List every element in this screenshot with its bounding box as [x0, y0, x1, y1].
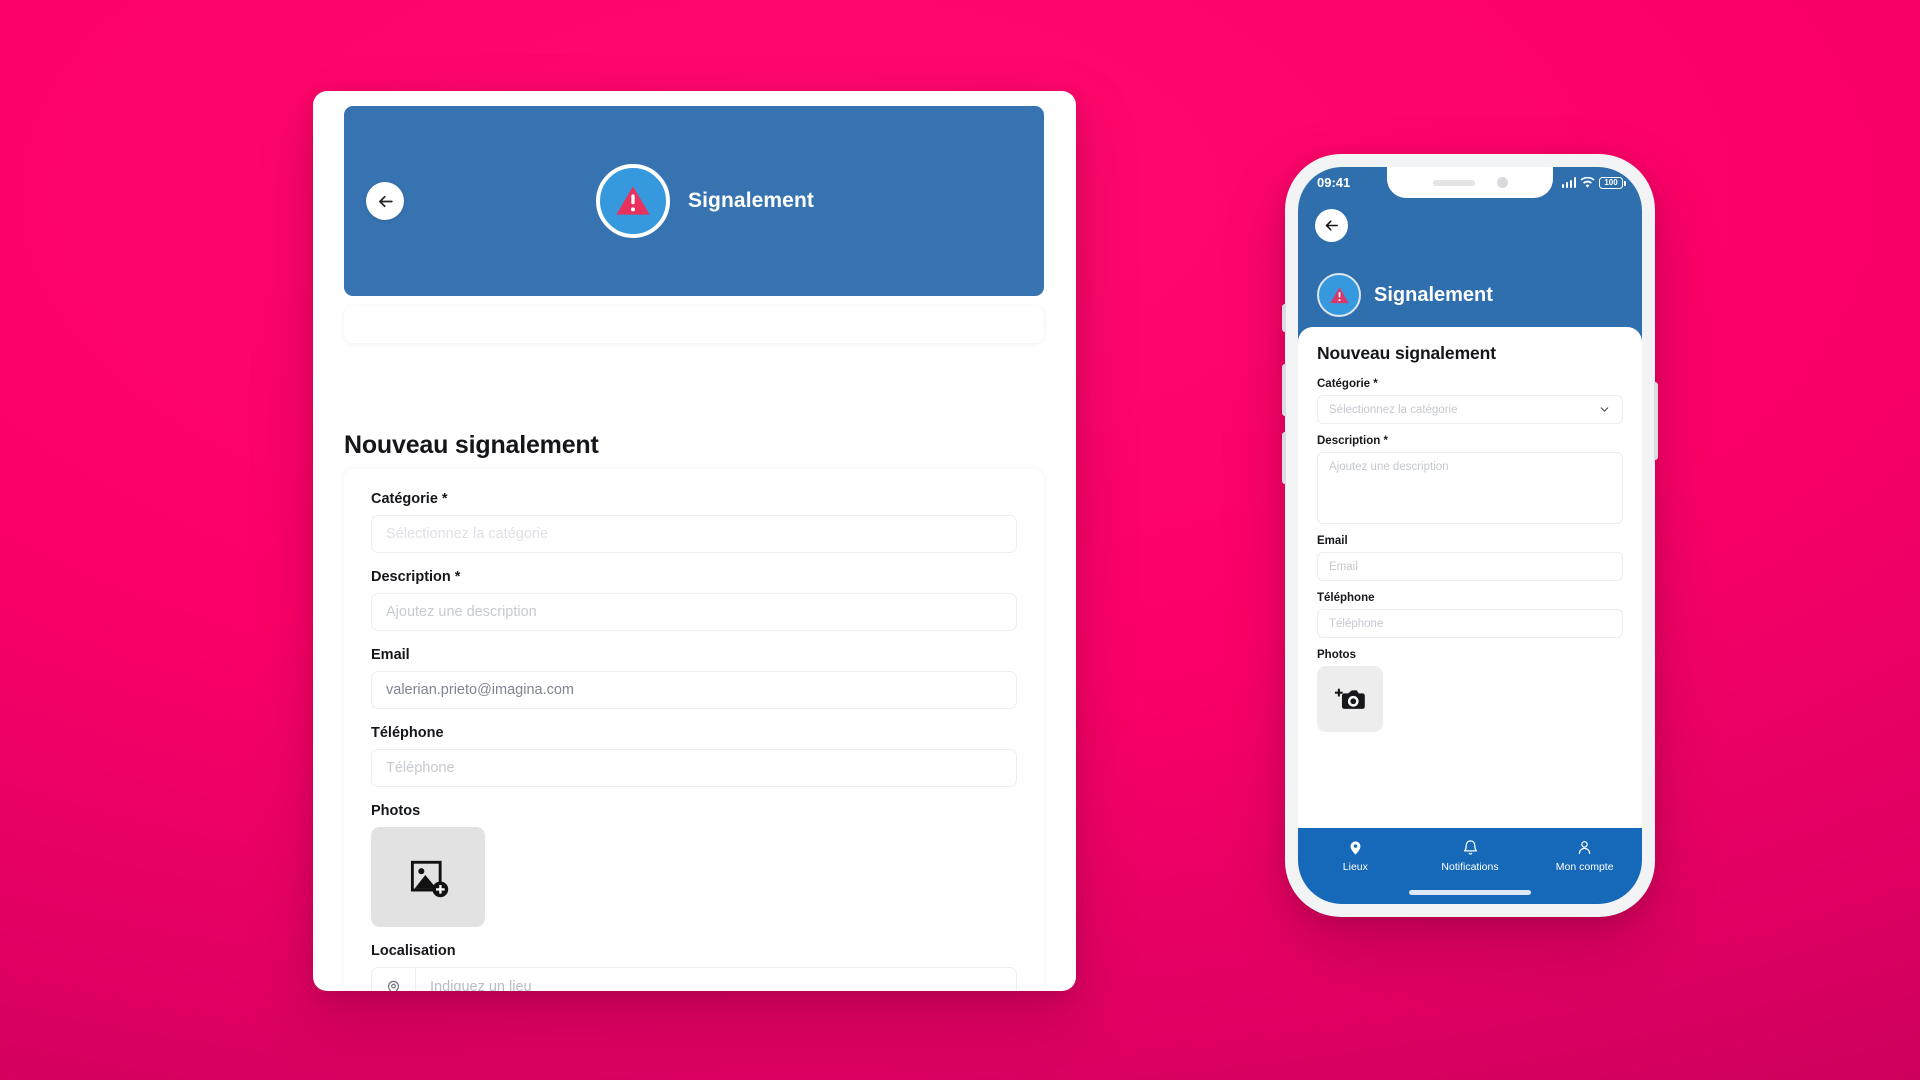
tab-lieux[interactable]: Lieux [1298, 839, 1413, 873]
person-icon [1578, 841, 1591, 855]
arrow-left-icon [1325, 220, 1338, 231]
desktop-hero-banner: Signalement [344, 106, 1044, 296]
field-location: Localisation Indiquez un lieu [371, 943, 1017, 991]
category-select[interactable]: Sélectionnez la catégorie [371, 515, 1017, 553]
alert-badge [596, 164, 671, 238]
tab-notifications-label: Notifications [1441, 861, 1499, 873]
desktop-hero-title: Signalement [688, 189, 814, 212]
warning-triangle-icon [616, 186, 650, 215]
cellular-signal-icon [1561, 177, 1576, 188]
map-pin-filled-icon [1350, 841, 1361, 855]
status-time: 09:41 [1317, 175, 1351, 190]
field-photos: Photos [371, 803, 1017, 927]
phone-label: Téléphone [371, 725, 444, 741]
phone-field-email: Email Email [1317, 535, 1623, 581]
phone-mute-switch[interactable] [1282, 304, 1286, 332]
alert-badge [1317, 273, 1361, 317]
location-control: Indiquez un lieu [371, 967, 1017, 991]
phone-category-label: Catégorie * [1317, 378, 1378, 390]
desktop-toolbar-strip [344, 306, 1044, 343]
bell-icon [1463, 840, 1477, 855]
photo-upload-button[interactable] [371, 827, 485, 927]
phone-photo-upload-button[interactable] [1317, 666, 1383, 732]
field-category: Catégorie * Sélectionnez la catégorie [371, 491, 1017, 553]
description-input[interactable]: Ajoutez une description [371, 593, 1017, 631]
phone-field-phone: Téléphone Téléphone [1317, 592, 1623, 638]
battery-level: 100 [1604, 177, 1618, 187]
phone-photos-label: Photos [1317, 649, 1356, 661]
tab-mon-compte[interactable]: Mon compte [1527, 839, 1642, 873]
desktop-app-card: Signalement Nouveau signalement Catégori… [313, 91, 1076, 991]
status-indicators: 100 [1561, 176, 1626, 189]
email-label: Email [371, 647, 410, 663]
phone-email-label: Email [1317, 535, 1348, 547]
email-input[interactable]: valerian.prieto@imagina.com [371, 671, 1017, 709]
field-description: Description * Ajoutez une description [371, 569, 1017, 631]
camera-add-icon [1334, 688, 1365, 709]
phone-field-category: Catégorie * Sélectionnez la catégorie [1317, 378, 1623, 424]
image-add-icon [410, 860, 448, 897]
phone-volume-up-button[interactable] [1282, 364, 1286, 416]
tab-notifications[interactable]: Notifications [1413, 839, 1528, 873]
warning-triangle-icon [1329, 286, 1349, 303]
battery-icon: 100 [1599, 176, 1626, 189]
phone-description-label: Description * [1317, 435, 1388, 447]
description-label: Description * [371, 569, 461, 585]
location-pin-slot [372, 968, 416, 991]
category-label: Catégorie * [371, 491, 448, 507]
phone-email-input[interactable]: Email [1317, 552, 1623, 581]
location-label: Localisation [371, 943, 456, 959]
phone-header: 09:41 100 Signalement [1298, 167, 1642, 345]
phone-power-button[interactable] [1654, 382, 1658, 460]
wifi-icon [1580, 176, 1595, 189]
phone-volume-down-button[interactable] [1282, 432, 1286, 484]
location-input-row[interactable]: Indiquez un lieu [372, 968, 1016, 991]
tab-lieux-label: Lieux [1342, 861, 1368, 873]
field-phone: Téléphone Téléphone [371, 725, 1017, 787]
phone-phone-input[interactable]: Téléphone [1317, 609, 1623, 638]
phone-field-description: Description * Ajoutez une description [1317, 435, 1623, 524]
phone-field-photos: Photos [1317, 649, 1623, 732]
phone-header-title: Signalement [1374, 283, 1493, 306]
phone-description-input[interactable]: Ajoutez une description [1317, 452, 1623, 524]
photos-label: Photos [371, 803, 421, 819]
phone-input[interactable]: Téléphone [371, 749, 1017, 787]
phone-page-title: Nouveau signalement [1317, 343, 1496, 363]
phone-mockup: 09:41 100 Signalement Nouveau signalemen… [1282, 154, 1658, 917]
report-form: Catégorie * Sélectionnez la catégorie De… [344, 469, 1044, 991]
phone-back-button[interactable] [1315, 209, 1348, 242]
phone-phone-label: Téléphone [1317, 592, 1375, 604]
page-title: Nouveau signalement [344, 431, 599, 459]
field-email: Email valerian.prieto@imagina.com [371, 647, 1017, 709]
phone-category-value: Sélectionnez la catégorie [1329, 403, 1458, 416]
map-pin-icon [387, 980, 400, 991]
phone-content-sheet: Nouveau signalement Catégorie * Sélectio… [1298, 327, 1642, 904]
home-indicator[interactable] [1409, 890, 1531, 895]
desktop-hero-content: Signalement [344, 164, 1044, 238]
chevron-down-icon [1598, 403, 1611, 416]
phone-header-title-row: Signalement [1317, 273, 1493, 317]
phone-screen: 09:41 100 Signalement Nouveau signalemen… [1298, 167, 1642, 904]
phone-category-select[interactable]: Sélectionnez la catégorie [1317, 395, 1623, 424]
location-input[interactable]: Indiquez un lieu [416, 979, 532, 991]
tab-mon-compte-label: Mon compte [1555, 861, 1614, 873]
status-bar: 09:41 100 [1298, 167, 1642, 198]
